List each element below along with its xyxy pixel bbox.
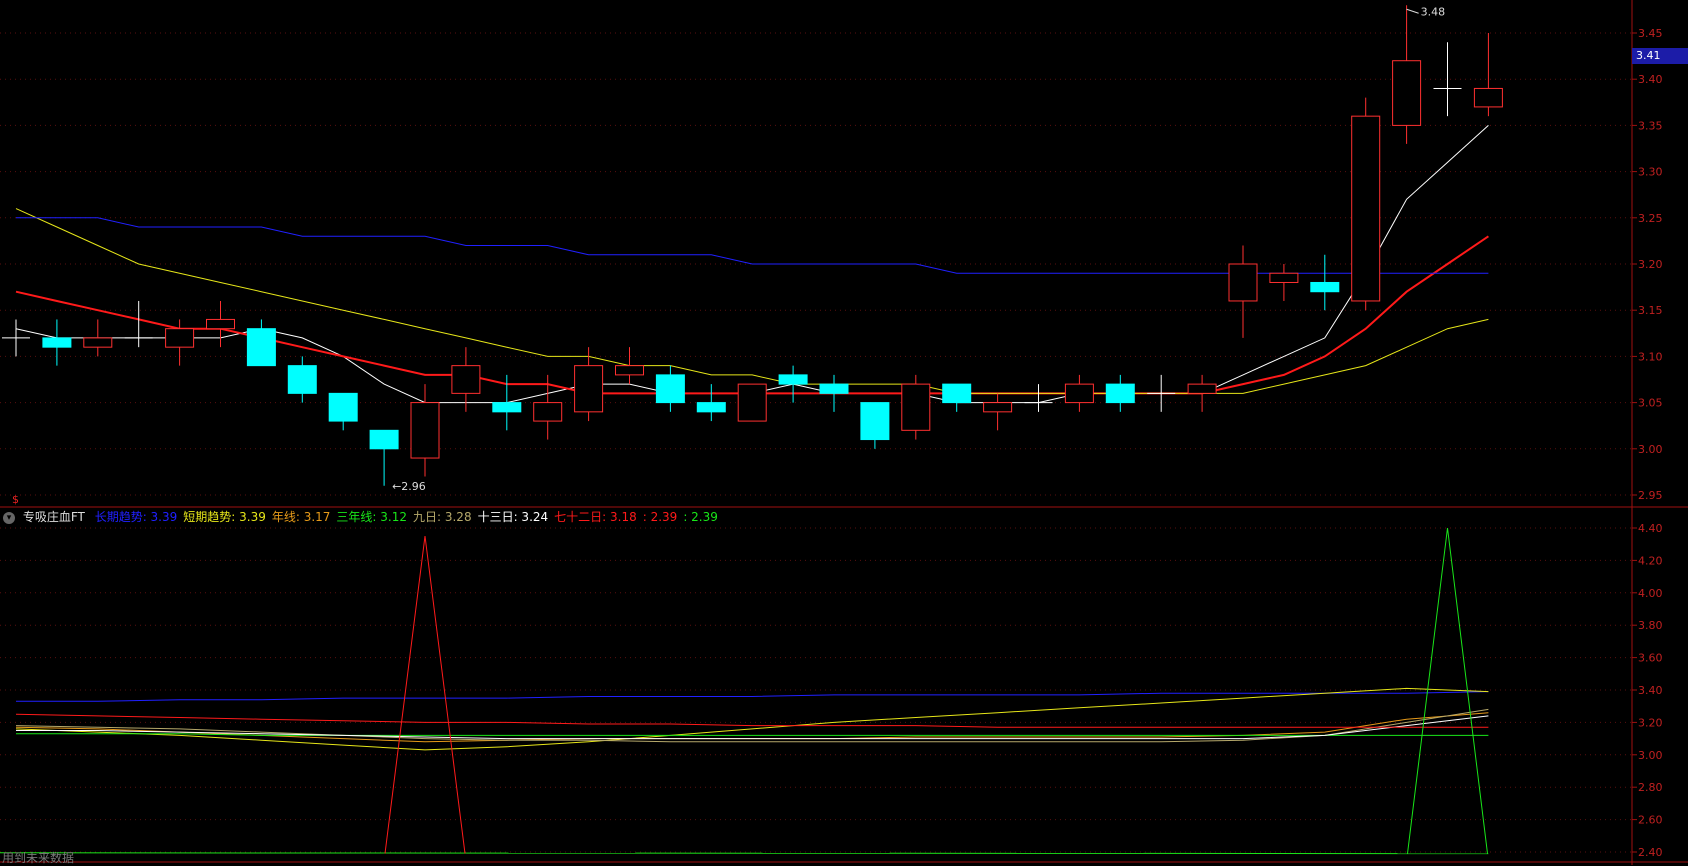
candle-body bbox=[1392, 60, 1422, 126]
future-data-note: 用到未来数据 bbox=[2, 851, 75, 865]
legend-item: 九日: 3.28 bbox=[413, 510, 472, 524]
candle-body bbox=[655, 374, 685, 404]
y-tick-label: 3.15 bbox=[1638, 304, 1663, 317]
dollar-marker: $ bbox=[12, 493, 19, 506]
candle-body bbox=[287, 365, 317, 394]
candle-body bbox=[492, 402, 522, 413]
y-tick-label: 3.45 bbox=[1638, 27, 1663, 40]
y-tick-label: 3.00 bbox=[1638, 443, 1663, 456]
y-tick-label: 3.10 bbox=[1638, 350, 1663, 363]
legend-item: 短期趋势: 3.39 bbox=[183, 510, 266, 524]
candle-body bbox=[1473, 87, 1503, 108]
indicator-legend: ▾ 专吸庄血FT 长期趋势: 3.39 短期趋势: 3.39 年线: 3.17 三年线… bbox=[0, 508, 1630, 526]
chart-canvas[interactable]: 3.45 3.40 3.35 3.30 3.25 3.20 3.15 3.10 3.05 3.00… bbox=[0, 0, 1688, 865]
legend-item: 年线: 3.17 bbox=[271, 510, 331, 524]
candle-body bbox=[1064, 383, 1094, 404]
legend-item: 七十二日: 3.18 bbox=[554, 510, 637, 524]
y-tick-label: 3.80 bbox=[1638, 619, 1663, 632]
candle-body bbox=[819, 383, 849, 394]
candle-body bbox=[574, 365, 604, 413]
y-tick-label: 4.20 bbox=[1638, 554, 1663, 567]
y-tick-label: 3.00 bbox=[1638, 749, 1663, 762]
high-price-label: 3.48 bbox=[1421, 5, 1446, 18]
y-tick-label: 4.00 bbox=[1638, 587, 1663, 600]
candle-body bbox=[778, 374, 808, 385]
candle-body bbox=[369, 429, 399, 450]
candle-body bbox=[942, 383, 972, 404]
candle-body bbox=[83, 337, 113, 348]
y-tick-label: 2.60 bbox=[1638, 814, 1663, 827]
current-price-badge: 3.41 bbox=[1632, 48, 1688, 64]
y-tick-label: 3.40 bbox=[1638, 73, 1663, 86]
candle-body bbox=[1351, 115, 1381, 302]
candle-body bbox=[246, 328, 276, 367]
candle-body bbox=[737, 383, 767, 422]
indicator-name[interactable]: 专吸庄血FT bbox=[23, 510, 85, 524]
candle-body bbox=[983, 402, 1013, 413]
candle-body bbox=[165, 328, 195, 348]
y-tick-label: 3.20 bbox=[1638, 716, 1663, 729]
candle-body bbox=[533, 402, 563, 422]
legend-items: 长期趋势: 3.39 短期趋势: 3.39 年线: 3.17 三年线: 3.12 九日:… bbox=[95, 510, 724, 524]
y-tick-label: 2.40 bbox=[1638, 846, 1663, 859]
candle-body bbox=[1187, 383, 1217, 394]
y-tick-label: 4.40 bbox=[1638, 522, 1663, 535]
candle-body bbox=[42, 337, 72, 348]
legend-item: 十三日: 3.24 bbox=[477, 510, 549, 524]
y-tick-label: 3.05 bbox=[1638, 397, 1663, 410]
y-tick-label: 2.95 bbox=[1638, 489, 1663, 502]
candle-body bbox=[328, 392, 358, 422]
legend-item: 三年线: 3.12 bbox=[336, 510, 407, 524]
candle-body bbox=[206, 318, 235, 330]
chevron-down-icon[interactable]: ▾ bbox=[3, 511, 15, 524]
y-tick-label: 3.20 bbox=[1638, 258, 1663, 271]
legend-item: 长期趋势: 3.39 bbox=[94, 510, 178, 524]
candle-body bbox=[1310, 281, 1340, 293]
candle-body bbox=[451, 365, 481, 394]
candle-body bbox=[1228, 263, 1258, 302]
y-tick-label: 2.80 bbox=[1638, 781, 1663, 794]
candle-body bbox=[901, 383, 931, 431]
legend-item: : 2.39 bbox=[642, 510, 678, 524]
candle-body bbox=[615, 365, 644, 376]
y-tick-label: 3.30 bbox=[1638, 166, 1663, 179]
candle-body bbox=[410, 402, 440, 459]
y-tick-label: 3.60 bbox=[1638, 652, 1663, 665]
candle-body bbox=[696, 402, 726, 413]
candle-body bbox=[1269, 272, 1299, 283]
low-price-label: ←2.96 bbox=[392, 480, 426, 493]
candle-body bbox=[860, 402, 890, 441]
y-tick-label: 3.40 bbox=[1638, 684, 1663, 697]
legend-item: : 2.39 bbox=[683, 510, 718, 524]
y-tick-label: 3.25 bbox=[1638, 212, 1663, 225]
y-tick-label: 3.35 bbox=[1638, 119, 1663, 132]
candle-body bbox=[1105, 383, 1135, 404]
